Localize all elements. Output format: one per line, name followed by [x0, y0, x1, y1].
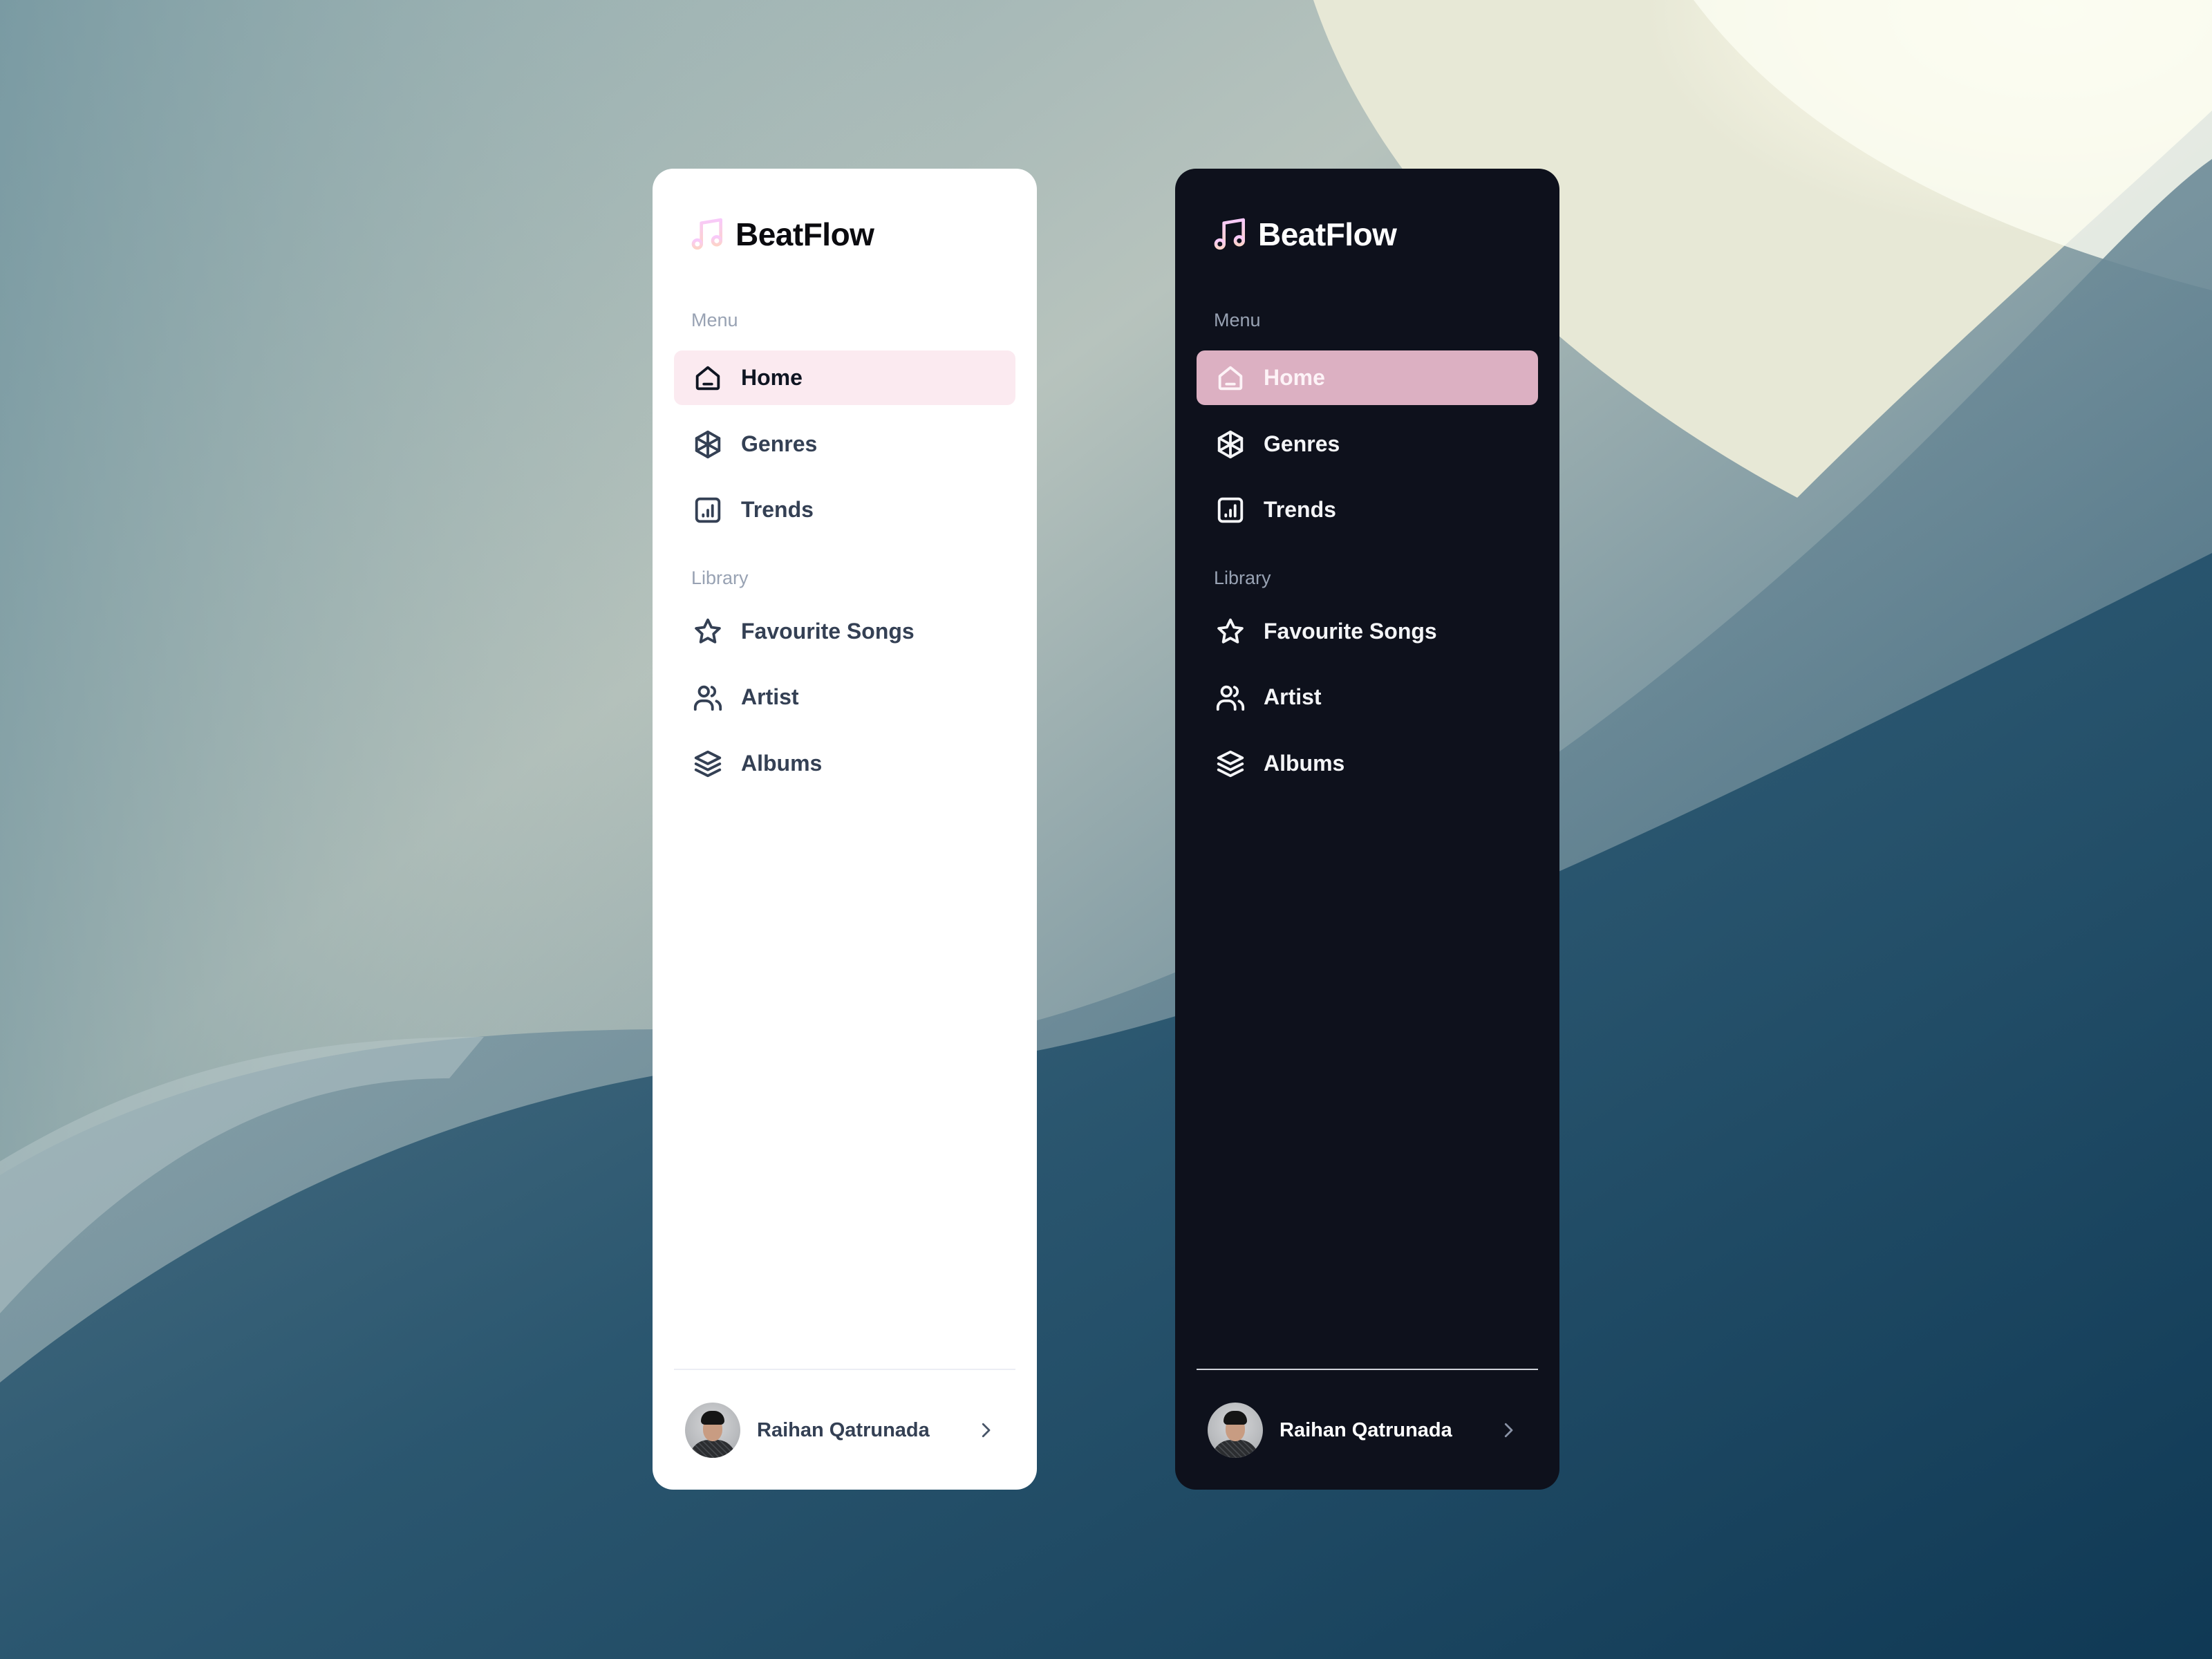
users-icon: [1215, 682, 1246, 713]
home-icon: [1215, 362, 1246, 394]
divider: [674, 1369, 1015, 1370]
nav-item-label: Home: [1264, 365, 1325, 390]
nav-item-favourite-songs[interactable]: Favourite Songs: [674, 604, 1015, 659]
user-profile[interactable]: Raihan Qatrunada: [1197, 1392, 1538, 1468]
nav-item-artist[interactable]: Artist: [1197, 670, 1538, 724]
section-label-library: Library: [1214, 568, 1271, 588]
brand-name: BeatFlow: [735, 216, 874, 252]
chart-icon: [1215, 494, 1246, 526]
nav-item-label: Albums: [1264, 751, 1345, 776]
nav-item-label: Genres: [1264, 431, 1340, 456]
user-name: Raihan Qatrunada: [1280, 1418, 1452, 1441]
star-icon: [1215, 616, 1246, 648]
sidebar-light: BeatFlow Menu Home Genres Trends Library…: [653, 169, 1037, 1490]
layers-icon: [692, 748, 724, 780]
genres-icon: [692, 429, 724, 460]
background-wallpaper: [0, 0, 2212, 1659]
nav-item-artist[interactable]: Artist: [674, 670, 1015, 724]
nav-item-albums[interactable]: Albums: [674, 736, 1015, 791]
nav-item-label: Artist: [741, 684, 799, 709]
nav-item-genres[interactable]: Genres: [674, 417, 1015, 471]
divider: [1197, 1369, 1538, 1370]
user-profile[interactable]: Raihan Qatrunada: [674, 1392, 1015, 1468]
nav-item-label: Genres: [741, 431, 818, 456]
section-label-menu: Menu: [691, 310, 738, 330]
users-icon: [692, 682, 724, 713]
user-name: Raihan Qatrunada: [757, 1418, 930, 1441]
nav-item-label: Trends: [741, 497, 814, 522]
layers-icon: [1215, 748, 1246, 780]
nav-item-label: Favourite Songs: [1264, 619, 1437, 644]
nav-item-trends[interactable]: Trends: [1197, 482, 1538, 537]
chevron-right-icon[interactable]: [975, 1420, 996, 1441]
brand-name: BeatFlow: [1258, 216, 1397, 252]
chart-icon: [692, 494, 724, 526]
nav-item-albums[interactable]: Albums: [1197, 736, 1538, 791]
nav-item-label: Trends: [1264, 497, 1336, 522]
nav-item-genres[interactable]: Genres: [1197, 417, 1538, 471]
nav-item-trends[interactable]: Trends: [674, 482, 1015, 537]
brand-logo[interactable]: BeatFlow: [688, 214, 874, 254]
nav-item-label: Artist: [1264, 684, 1322, 709]
nav-item-label: Albums: [741, 751, 823, 776]
home-icon: [692, 362, 724, 394]
brand-logo[interactable]: BeatFlow: [1211, 214, 1397, 254]
nav-item-label: Favourite Songs: [741, 619, 915, 644]
sidebar-dark: BeatFlow Menu Home Genres Trends Library…: [1175, 169, 1559, 1490]
star-icon: [692, 616, 724, 648]
section-label-library: Library: [691, 568, 749, 588]
genres-icon: [1215, 429, 1246, 460]
music-note-icon: [691, 218, 722, 250]
nav-item-home[interactable]: Home: [674, 350, 1015, 405]
nav-item-label: Home: [741, 365, 803, 390]
avatar: [1208, 1403, 1263, 1458]
nav-item-home[interactable]: Home: [1197, 350, 1538, 405]
music-note-icon: [1214, 218, 1245, 250]
nav-item-favourite-songs[interactable]: Favourite Songs: [1197, 604, 1538, 659]
chevron-right-icon[interactable]: [1498, 1420, 1519, 1441]
section-label-menu: Menu: [1214, 310, 1261, 330]
avatar: [685, 1403, 740, 1458]
